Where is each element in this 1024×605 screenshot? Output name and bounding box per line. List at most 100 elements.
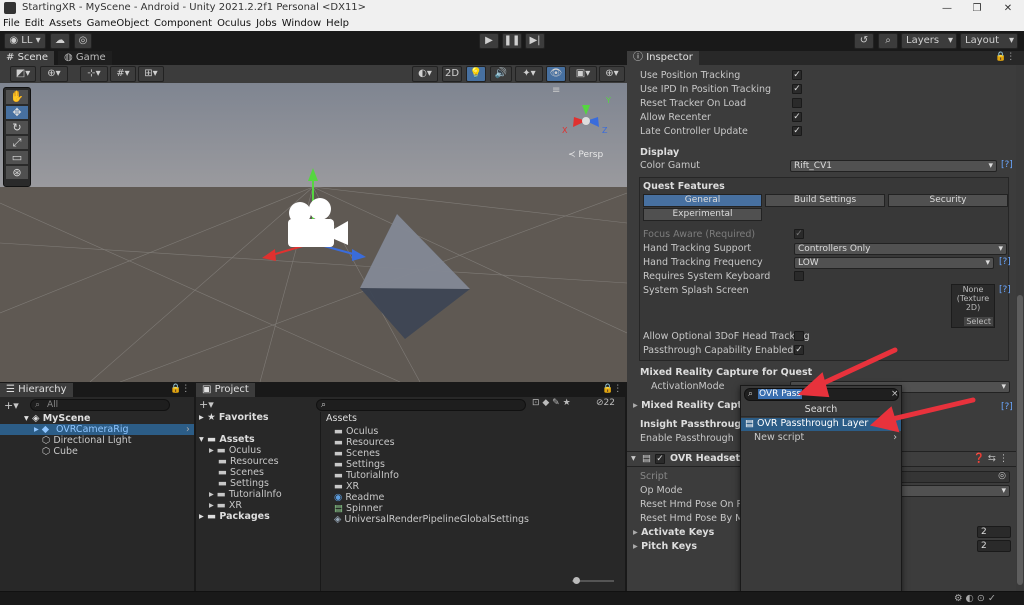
shading-dropdown[interactable]: ◐▾: [412, 66, 438, 82]
scene-viewport[interactable]: Y X Z ≺ Persp ≡: [0, 83, 627, 382]
scrollbar-thumb[interactable]: [1017, 295, 1023, 585]
camera-dropdown[interactable]: ▣▾: [569, 66, 597, 82]
step-button[interactable]: ▶|: [525, 33, 545, 49]
op-mode-dropdown[interactable]: [897, 485, 1010, 497]
passthrough-capability-checkbox[interactable]: ✓: [794, 345, 804, 355]
gizmos-dropdown[interactable]: ⊕▾: [599, 66, 625, 82]
tab-security[interactable]: Security: [888, 194, 1008, 207]
play-button[interactable]: ▶: [479, 33, 499, 49]
splash-select-button[interactable]: Select: [964, 317, 993, 326]
scene-root[interactable]: ▾ ◈ MyScene: [24, 413, 90, 424]
maximize-button[interactable]: ❐: [962, 0, 992, 17]
target-icon[interactable]: ◎: [998, 471, 1006, 481]
help-link[interactable]: [?]: [1001, 160, 1013, 170]
activate-keys-foldout[interactable]: Activate Keys: [633, 527, 714, 538]
color-gamut-dropdown[interactable]: Rift_CV1: [790, 160, 997, 172]
lock-icon[interactable]: 🔒⋮: [602, 384, 622, 394]
add-asset-button[interactable]: +▾: [199, 398, 214, 411]
tree-folder[interactable]: ▸ ▬ TutorialInfo: [209, 489, 282, 500]
hand-tracking-frequency-dropdown[interactable]: LOW: [794, 257, 994, 269]
lock-icon[interactable]: 🔒⋮: [995, 52, 1015, 62]
global-dropdown[interactable]: ⊕▾: [40, 66, 68, 82]
tab-game[interactable]: ◍ Game: [58, 51, 112, 65]
help-link[interactable]: [?]: [999, 285, 1011, 295]
tab-inspector[interactable]: ⓘ Inspector: [627, 51, 699, 65]
draw-mode-dropdown[interactable]: ◩▾: [10, 66, 36, 82]
tab-experimental[interactable]: Experimental: [643, 208, 762, 221]
asset-file[interactable]: ▤ Spinner: [334, 503, 383, 514]
packages-folder[interactable]: ▸ ▬ Packages: [199, 511, 270, 522]
hidden-objects-toggle[interactable]: 👁: [546, 66, 566, 82]
rotate-tool-button[interactable]: ↻: [6, 121, 28, 134]
filter-icons[interactable]: ⊡ ◆ ✎ ★: [532, 398, 571, 408]
asset-file[interactable]: ◈ UniversalRenderPipelineGlobalSettings: [334, 514, 529, 525]
add-button[interactable]: +▾: [4, 399, 19, 412]
favorites-item[interactable]: ▸ ★ Favorites: [199, 412, 269, 423]
requires-keyboard-checkbox[interactable]: [794, 271, 804, 281]
tree-folder[interactable]: ▬ Settings: [218, 478, 269, 489]
tree-folder[interactable]: ▬ Scenes: [218, 467, 264, 478]
allow-recenter-checkbox[interactable]: ✓: [792, 112, 802, 122]
tab-hierarchy[interactable]: ☰ Hierarchy: [0, 383, 73, 397]
hand-tool-button[interactable]: ✋: [6, 90, 28, 104]
hidden-count[interactable]: ⊘22: [596, 398, 615, 408]
allow-3dof-checkbox[interactable]: [794, 331, 804, 341]
menu-gameobject[interactable]: GameObject: [87, 17, 149, 31]
rect-tool-button[interactable]: ▭: [6, 151, 28, 164]
asset-folder[interactable]: ▬ Scenes: [334, 448, 380, 459]
minimize-button[interactable]: —: [932, 0, 962, 17]
search-button[interactable]: ⌕: [878, 33, 898, 49]
result-ovr-passthrough-layer[interactable]: ▤ OVR Passthrough Layer: [741, 418, 901, 431]
effects-dropdown[interactable]: ✦▾: [515, 66, 543, 82]
tab-project[interactable]: ▣ Project: [196, 383, 255, 397]
pause-button[interactable]: ❚❚: [502, 33, 522, 49]
help-link[interactable]: [?]: [999, 257, 1011, 267]
tab-general[interactable]: General: [643, 194, 762, 207]
tree-folder[interactable]: ▸ ▬ XR: [209, 500, 242, 511]
lock-icon[interactable]: 🔒⋮: [170, 384, 190, 394]
pitch-keys-foldout[interactable]: Pitch Keys: [633, 541, 697, 552]
menu-component[interactable]: Component: [154, 17, 212, 31]
asset-file[interactable]: ◉ Readme: [334, 492, 384, 503]
new-script-item[interactable]: New script ›: [754, 432, 901, 445]
component-enabled-checkbox[interactable]: ✓: [655, 454, 665, 464]
menu-oculus[interactable]: Oculus: [217, 17, 251, 31]
tab-scene[interactable]: # Scene: [0, 51, 55, 65]
menu-assets[interactable]: Assets: [49, 17, 82, 31]
layers-dropdown[interactable]: Layers ▾: [901, 33, 957, 49]
asset-folder[interactable]: ▬ Settings: [334, 459, 385, 470]
reset-tracker-checkbox[interactable]: [792, 98, 802, 108]
tree-folder[interactable]: ▸ ▬ Oculus: [209, 445, 261, 456]
undo-history-button[interactable]: ↺: [854, 33, 874, 49]
menu-help[interactable]: Help: [326, 17, 349, 31]
menu-jobs[interactable]: Jobs: [256, 17, 277, 31]
toggle-2d-button[interactable]: 2D: [442, 66, 462, 82]
menu-window[interactable]: Window: [282, 17, 321, 31]
component-search-input[interactable]: ⌕ OVR Pass ×: [744, 388, 899, 401]
lighting-toggle[interactable]: 💡: [466, 66, 486, 82]
project-search-input[interactable]: ⌕: [316, 399, 526, 411]
collab-button[interactable]: ◎: [74, 33, 92, 49]
asset-folder[interactable]: ▬ Resources: [334, 437, 395, 448]
asset-folder[interactable]: ▬ XR: [334, 481, 359, 492]
close-button[interactable]: ✕: [993, 0, 1023, 17]
splash-texture-field[interactable]: None (Texture 2D) Select: [951, 284, 995, 328]
inspector-scrollbar[interactable]: [1016, 65, 1024, 591]
list-item-cube[interactable]: ⬡ Cube: [42, 446, 78, 457]
menu-edit[interactable]: Edit: [25, 17, 44, 31]
cloud-button[interactable]: ☁: [50, 33, 70, 49]
icon-size-slider-handle[interactable]: [573, 577, 580, 584]
status-icons[interactable]: ⚙ ◐ ⊙ ✓: [954, 593, 996, 604]
grid-snap-dropdown[interactable]: #▾: [110, 66, 136, 82]
move-tool-button[interactable]: ✥: [6, 106, 28, 119]
layout-dropdown[interactable]: Layout ▾: [960, 33, 1018, 49]
scale-tool-button[interactable]: ⤢: [6, 136, 28, 149]
hand-tracking-support-dropdown[interactable]: Controllers Only: [794, 243, 1007, 255]
account-dropdown[interactable]: ◉ LL ▾: [4, 33, 46, 49]
use-position-tracking-checkbox[interactable]: ✓: [792, 70, 802, 80]
pitch-keys-field[interactable]: 2: [977, 540, 1011, 552]
asset-folder[interactable]: ▬ TutorialInfo: [334, 470, 399, 481]
transform-tool-button[interactable]: ⊛: [6, 166, 28, 179]
audio-toggle[interactable]: 🔊: [490, 66, 512, 82]
activate-keys-field[interactable]: 2: [977, 526, 1011, 538]
